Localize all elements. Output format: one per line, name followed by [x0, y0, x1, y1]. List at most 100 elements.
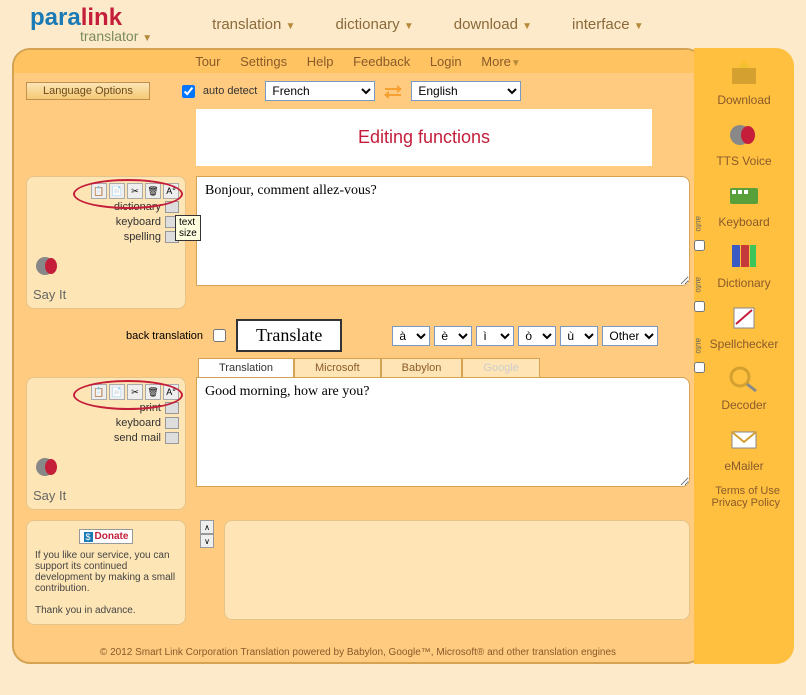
menu-tour[interactable]: Tour [195, 54, 220, 69]
tab-translation[interactable]: Translation [198, 358, 294, 377]
editing-banner: Editing functions [196, 109, 652, 166]
copy-icon[interactable]: 📋 [91, 384, 107, 400]
back-translation-label: back translation [126, 330, 203, 342]
chevron-down-icon: ▼ [511, 58, 521, 69]
result-tabs: Translation Microsoft Babylon Google [198, 358, 690, 377]
footer-copyright: © 2012 Smart Link Corporation Translatio… [14, 643, 702, 662]
logo-link: link [81, 4, 122, 31]
source-textarea[interactable]: Bonjour, comment allez-vous? [196, 176, 690, 286]
donate-box: $Donate If you like our service, you can… [26, 520, 186, 625]
nav-download[interactable]: download ▼ [454, 16, 532, 33]
auto-detect-checkbox[interactable] [182, 85, 195, 98]
scroll-down-button[interactable]: ∨ [200, 534, 214, 548]
menu-more[interactable]: More▼ [481, 54, 521, 69]
dictionary-link[interactable]: dictionary [114, 201, 161, 213]
nav-dictionary[interactable]: dictionary ▼ [335, 16, 413, 33]
speaker-icon[interactable] [33, 252, 61, 280]
top-menu: Tour Settings Help Feedback Login More▼ [14, 50, 702, 73]
back-translation-checkbox[interactable] [213, 329, 226, 342]
logo-subtitle: translator ▼ [80, 28, 152, 44]
privacy-link[interactable]: Privacy Policy [698, 497, 780, 509]
logo-para: para [30, 4, 81, 31]
menu-help[interactable]: Help [307, 54, 334, 69]
sendmail-link[interactable]: send mail [114, 432, 161, 444]
delete-icon[interactable]: 🗑 [145, 183, 161, 199]
scroll-arrows: ∧ ∨ [200, 520, 214, 548]
chevron-down-icon: ▼ [404, 21, 414, 32]
right-emailer[interactable]: eMailer [698, 424, 790, 473]
tab-google[interactable]: Google [462, 358, 539, 377]
mail-icon[interactable] [165, 432, 179, 444]
right-dictionary[interactable]: Dictionary auto [698, 241, 790, 290]
accent-u-select[interactable]: ù [560, 326, 598, 346]
nav-translation[interactable]: translation ▼ [212, 16, 295, 33]
sayit-label[interactable]: Say It [33, 488, 66, 503]
printer-icon[interactable] [165, 402, 179, 414]
donate-button[interactable]: $Donate [79, 529, 134, 544]
main-panel: Tour Settings Help Feedback Login More▼ … [12, 48, 704, 664]
right-tts[interactable]: TTS Voice [698, 119, 790, 168]
textsize-icon[interactable]: A° [163, 183, 179, 199]
target-sidebox: 📋 📄 ✂ 🗑 A° print keyboard send mail Say … [26, 377, 186, 510]
spelling-link[interactable]: spelling [124, 231, 161, 243]
swap-languages-icon[interactable] [383, 83, 403, 99]
right-decoder[interactable]: Decoder [698, 363, 790, 412]
chevron-down-icon: ▼ [286, 21, 296, 32]
paste-icon[interactable]: 📄 [109, 183, 125, 199]
right-download[interactable]: Download [698, 58, 790, 107]
copy-icon[interactable]: 📋 [91, 183, 107, 199]
right-keyboard[interactable]: Keyboard auto [698, 180, 790, 229]
translate-button[interactable]: Translate [236, 319, 342, 352]
right-sidebar: Download TTS Voice Keyboard auto Diction… [694, 48, 794, 664]
scroll-up-button[interactable]: ∧ [200, 520, 214, 534]
accent-i-select[interactable]: ì [476, 326, 514, 346]
chevron-down-icon: ▼ [522, 21, 532, 32]
auto-spellcheck-checkbox[interactable] [694, 362, 705, 373]
menu-feedback[interactable]: Feedback [353, 54, 410, 69]
source-toolbar: 📋 📄 ✂ 🗑 A° [33, 183, 179, 199]
accent-a-select[interactable]: à [392, 326, 430, 346]
cut-icon[interactable]: ✂ [127, 384, 143, 400]
tab-microsoft[interactable]: Microsoft [294, 358, 381, 377]
auto-label: auto [694, 277, 703, 293]
speaker-icon[interactable] [33, 453, 61, 481]
target-textarea[interactable]: Good morning, how are you? [196, 377, 690, 487]
keyboard-icon[interactable] [165, 417, 179, 429]
logo[interactable]: paralink translator ▼ [30, 4, 152, 44]
donate-thanks: Thank you in advance. [35, 605, 177, 616]
keyboard-link[interactable]: keyboard [116, 417, 161, 429]
auto-label: auto [694, 338, 703, 354]
header: paralink translator ▼ translation ▼ dict… [0, 0, 806, 48]
source-sidebox: 📋 📄 ✂ 🗑 A° dictionary keyboard spelling … [26, 176, 186, 309]
nav-interface[interactable]: interface ▼ [572, 16, 644, 33]
target-toolbar: 📋 📄 ✂ 🗑 A° [33, 384, 179, 400]
chevron-down-icon: ▼ [142, 33, 152, 44]
auto-label: auto [694, 216, 703, 232]
chevron-down-icon: ▼ [634, 21, 644, 32]
auto-detect-label: auto detect [203, 85, 257, 97]
accent-other-select[interactable]: Other [602, 326, 658, 346]
accent-e-select[interactable]: è [434, 326, 472, 346]
sayit-label[interactable]: Say It [33, 287, 66, 302]
language-options-button[interactable]: Language Options [26, 82, 150, 100]
keyboard-link[interactable]: keyboard [116, 216, 161, 228]
right-spellchecker[interactable]: Spellchecker auto [698, 302, 790, 351]
menu-settings[interactable]: Settings [240, 54, 287, 69]
footer-links: Terms of Use Privacy Policy [698, 485, 790, 509]
nav-menu: translation ▼ dictionary ▼ download ▼ in… [212, 16, 644, 33]
tab-babylon[interactable]: Babylon [381, 358, 463, 377]
accent-o-select[interactable]: ò [518, 326, 556, 346]
print-link[interactable]: print [140, 402, 161, 414]
delete-icon[interactable]: 🗑 [145, 384, 161, 400]
to-language-select[interactable]: English [411, 81, 521, 101]
extra-area [224, 520, 690, 620]
menu-login[interactable]: Login [430, 54, 462, 69]
cut-icon[interactable]: ✂ [127, 183, 143, 199]
from-language-select[interactable]: French [265, 81, 375, 101]
textsize-icon[interactable]: A° [163, 384, 179, 400]
terms-link[interactable]: Terms of Use [698, 485, 780, 497]
paste-icon[interactable]: 📄 [109, 384, 125, 400]
donate-body: If you like our service, you can support… [35, 550, 177, 594]
book-icon[interactable] [165, 201, 179, 213]
tooltip: text size [175, 215, 201, 241]
